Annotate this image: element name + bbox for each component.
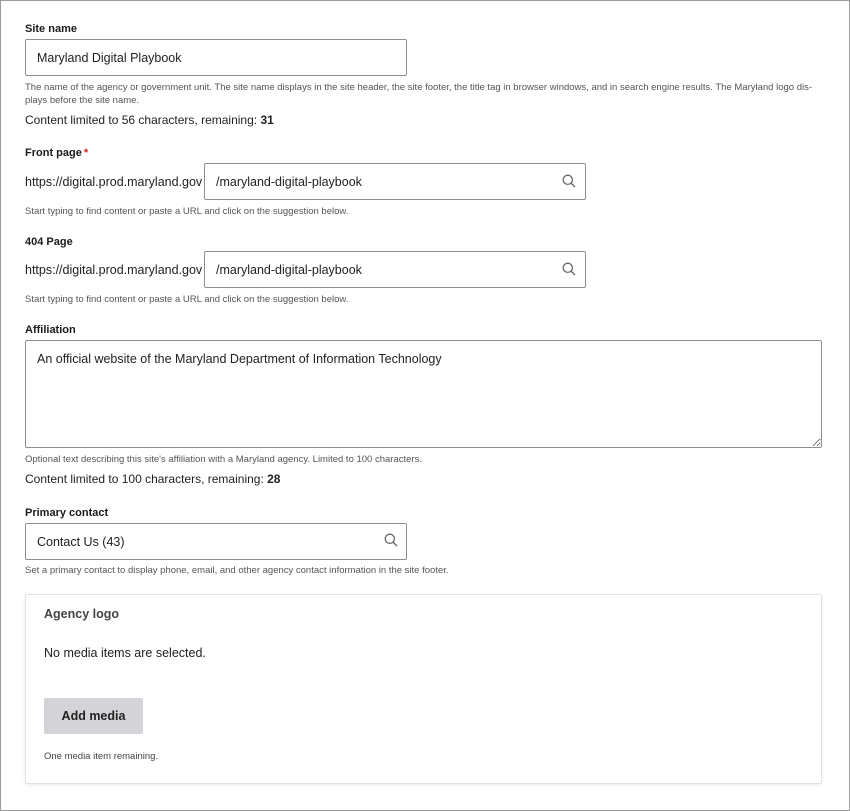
settings-form: Site name Maryland Digital Playbook The …	[0, 0, 850, 811]
page-404-description: Start typing to find content or paste a …	[25, 294, 349, 305]
affiliation-description: Optional text describing this site's aff…	[25, 454, 422, 465]
front-page-value: /maryland-digital-playbook	[216, 174, 362, 189]
page-404-url-prefix: https://digital.prod.maryland.gov	[25, 263, 203, 277]
page-404-value: /maryland-digital-playbook	[216, 262, 362, 277]
site-name-label: Site name	[25, 23, 77, 35]
site-name-description-line2: plays before the site name.	[25, 95, 140, 106]
primary-contact-description: Set a primary contact to display phone, …	[25, 565, 449, 576]
site-name-counter-text: Content limited to 56 characters, remain…	[25, 113, 261, 127]
page-404-input[interactable]: /maryland-digital-playbook	[204, 251, 586, 288]
affiliation-label: Affiliation	[25, 324, 76, 336]
site-name-input[interactable]: Maryland Digital Playbook	[25, 39, 407, 76]
search-icon	[384, 533, 398, 547]
affiliation-counter-text: Content limited to 100 characters, remai…	[25, 472, 268, 486]
no-media-message: No media items are selected.	[44, 646, 206, 660]
page-404-label: 404 Page	[25, 236, 73, 248]
primary-contact-value: Contact Us (43)	[37, 534, 125, 549]
front-page-url-prefix: https://digital.prod.maryland.gov	[25, 175, 203, 189]
add-media-button[interactable]: Add media	[44, 698, 143, 734]
agency-logo-title: Agency logo	[44, 607, 120, 621]
affiliation-counter-remaining: 28	[267, 472, 281, 486]
front-page-label-text: Front page	[25, 147, 82, 159]
site-name-description-line1: The name of the agency or government uni…	[25, 82, 813, 93]
site-name-value: Maryland Digital Playbook	[37, 50, 182, 65]
media-remaining-text: One media item remaining.	[44, 751, 159, 762]
affiliation-counter: Content limited to 100 characters, remai…	[25, 472, 280, 486]
search-icon	[562, 174, 576, 188]
front-page-label: Front page *	[25, 147, 88, 159]
site-name-counter-remaining: 31	[260, 113, 274, 127]
front-page-description: Start typing to find content or paste a …	[25, 206, 349, 217]
primary-contact-label: Primary contact	[25, 507, 109, 519]
site-name-counter: Content limited to 56 characters, remain…	[25, 113, 274, 127]
required-marker: *	[83, 147, 89, 159]
primary-contact-input[interactable]: Contact Us (43)	[25, 523, 407, 560]
site-name-description: The name of the agency or government uni…	[25, 81, 825, 107]
front-page-input[interactable]: /maryland-digital-playbook	[204, 163, 586, 200]
agency-logo-card: Agency logo No media items are selected.…	[25, 594, 822, 784]
affiliation-textarea[interactable]: An official website of the Maryland Depa…	[25, 340, 822, 448]
search-icon	[562, 262, 576, 276]
